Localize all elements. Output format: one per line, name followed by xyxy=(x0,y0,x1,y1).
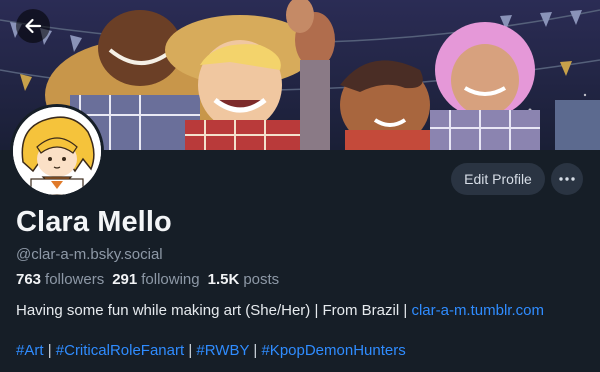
following-stat[interactable]: 291 following xyxy=(112,271,199,288)
hashtag-separator: | xyxy=(253,342,258,359)
profile-stats: 763 followers 291 following 1.5K posts xyxy=(16,271,279,288)
bio-text: Having some fun while making art (She/He… xyxy=(16,302,408,319)
followers-stat[interactable]: 763 followers xyxy=(16,271,104,288)
avatar-illustration xyxy=(13,107,101,195)
bio-link[interactable]: clar-a-m.tumblr.com xyxy=(411,302,544,319)
hashtag-link[interactable]: #RWBY xyxy=(196,342,249,359)
hashtag-link[interactable]: #Art xyxy=(16,342,44,359)
posts-count: 1.5K xyxy=(207,271,240,288)
profile-bio: Having some fun while making art (She/He… xyxy=(16,302,544,319)
profile-hashtags: #Art | #CriticalRoleFanart | #RWBY | #Kp… xyxy=(16,342,406,359)
more-options-button[interactable] xyxy=(551,163,583,195)
profile-page: Edit Profile Clara Mello @clar-a-m.bsky.… xyxy=(0,0,600,372)
followers-count: 763 xyxy=(16,271,42,288)
hashtag-link[interactable]: #KpopDemonHunters xyxy=(261,342,405,359)
more-horizontal-icon xyxy=(559,177,575,181)
profile-handle: @clar-a-m.bsky.social xyxy=(16,246,163,263)
back-button[interactable] xyxy=(16,9,50,43)
edit-profile-button[interactable]: Edit Profile xyxy=(451,163,545,195)
following-label: following xyxy=(141,271,200,288)
hashtag-separator: | xyxy=(188,342,193,359)
arrow-left-icon xyxy=(25,18,42,34)
followers-label: followers xyxy=(45,271,105,288)
posts-label: posts xyxy=(243,271,280,288)
hashtag-link[interactable]: #CriticalRoleFanart xyxy=(56,342,184,359)
avatar[interactable] xyxy=(10,104,104,198)
posts-stat: 1.5K posts xyxy=(208,271,280,288)
hashtag-separator: | xyxy=(47,342,52,359)
display-name: Clara Mello xyxy=(16,206,172,238)
following-count: 291 xyxy=(112,271,138,288)
